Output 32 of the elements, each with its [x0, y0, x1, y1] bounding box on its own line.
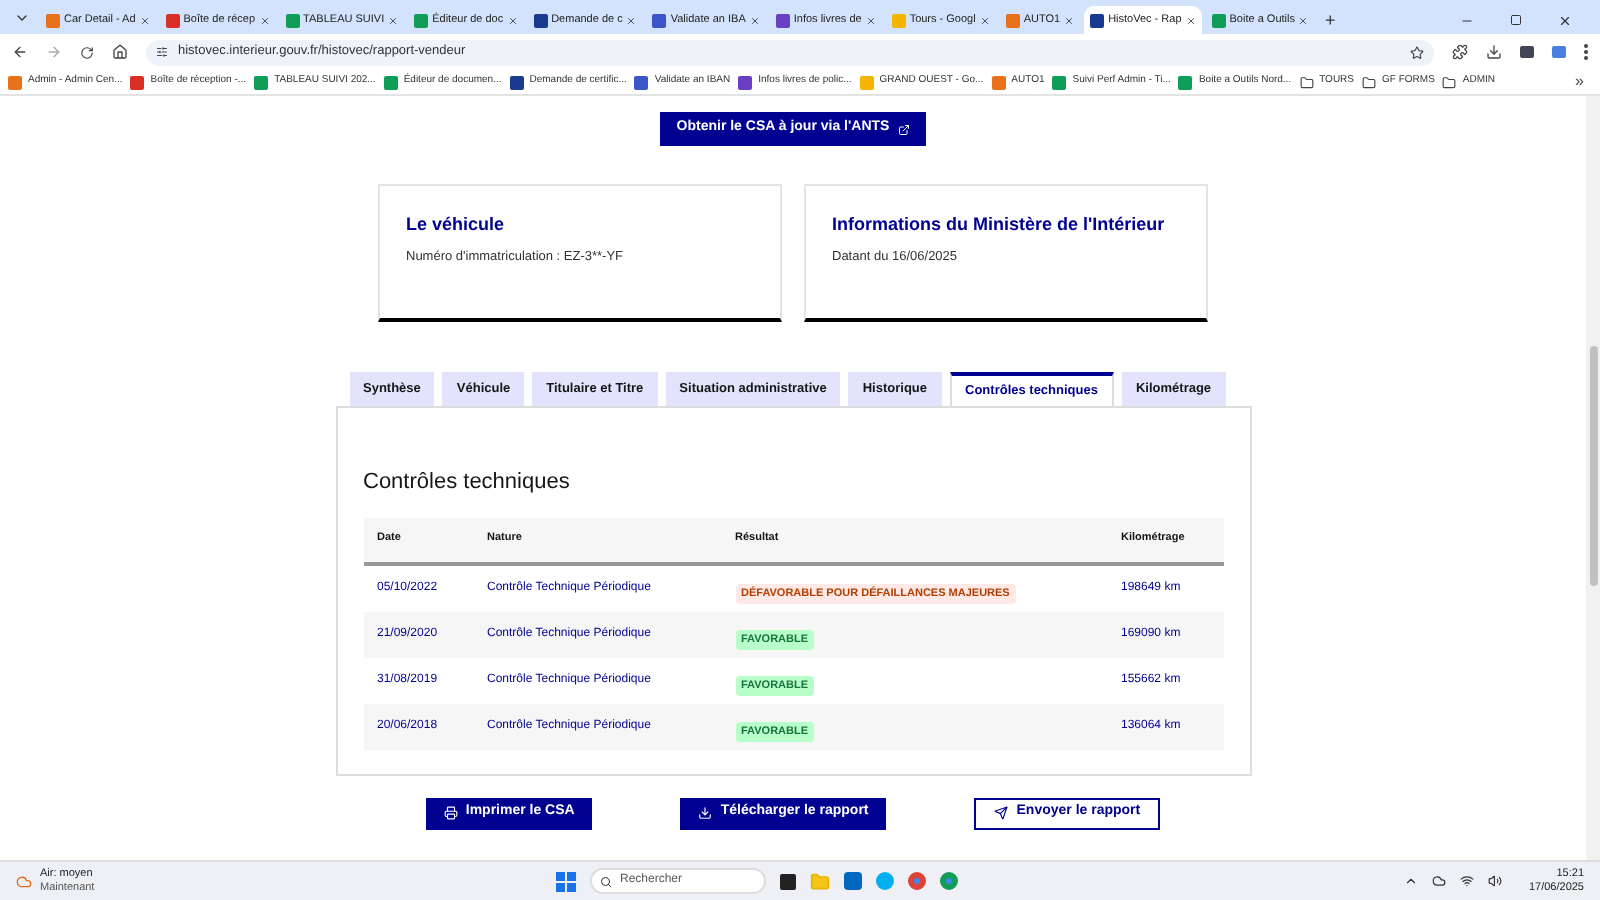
cloud-icon[interactable]	[1432, 874, 1447, 888]
scrollbar[interactable]	[1586, 96, 1600, 860]
folder-icon	[1362, 75, 1377, 89]
back-icon[interactable]	[12, 44, 28, 60]
card-title: Informations du Ministère de l'Intérieur	[832, 212, 1167, 238]
section-title: Contrôles techniques	[363, 468, 572, 498]
bookmark-star-icon[interactable]	[1410, 45, 1424, 59]
new-tab-button[interactable]: +	[1318, 6, 1342, 34]
close-icon[interactable]	[1558, 13, 1572, 27]
reload-icon[interactable]	[80, 45, 94, 59]
printer-icon	[443, 806, 458, 820]
start-icon[interactable]	[556, 871, 576, 891]
folder-icon	[1442, 75, 1457, 89]
extension-icon[interactable]	[1520, 46, 1534, 58]
wifi-icon[interactable]	[1460, 874, 1475, 888]
site-info-icon[interactable]	[156, 46, 168, 58]
weather-icon[interactable]	[16, 873, 32, 889]
download-icon	[698, 806, 713, 820]
tab-search-icon[interactable]	[14, 10, 30, 26]
send-icon	[994, 806, 1009, 820]
extensions-icon[interactable]	[1452, 44, 1468, 60]
search-icon	[600, 875, 612, 887]
external-link-icon	[897, 123, 910, 135]
download-icon[interactable]	[1486, 44, 1502, 60]
taskbar-app-icon[interactable]	[780, 873, 796, 889]
folder-icon	[1299, 75, 1314, 89]
volume-icon[interactable]	[1488, 874, 1503, 888]
restore-icon[interactable]	[1510, 14, 1522, 26]
tray-chevron-icon[interactable]	[1404, 874, 1419, 888]
more-bookmarks-button[interactable]: »	[1575, 70, 1592, 94]
home-icon[interactable]	[112, 44, 128, 60]
card-title: Le véhicule	[406, 212, 507, 238]
